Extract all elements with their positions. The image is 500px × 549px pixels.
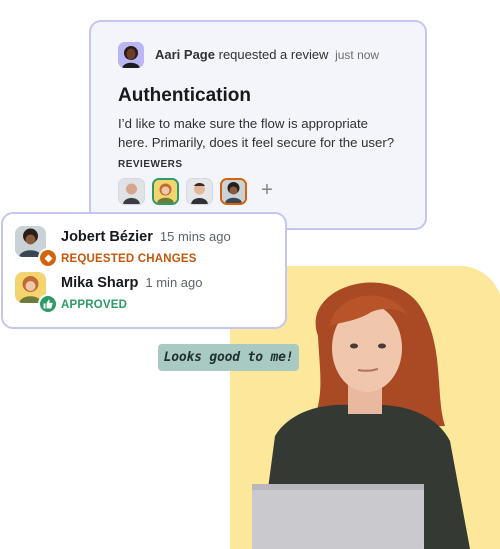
request-time: just now <box>335 48 380 62</box>
review-status-card: Jobert Bézier 15 mins ago REQUESTED CHAN… <box>1 212 287 329</box>
request-action-text: requested a review <box>218 47 329 62</box>
review-time: 15 mins ago <box>159 229 231 244</box>
reviewer-name[interactable]: Jobert Bézier <box>61 229 153 245</box>
requested-changes-status: REQUESTED CHANGES <box>61 253 197 265</box>
review-request-card: Aari Page requested a review just now Au… <box>89 20 427 230</box>
approved-status: APPROVED <box>61 299 128 311</box>
reviewer-avatars: + <box>118 176 277 206</box>
reviewer-avatar-approved[interactable] <box>152 177 179 205</box>
review-request-header: Aari Page requested a review just now <box>155 47 379 62</box>
review-description: I’d like to make sure the flow is approp… <box>118 116 395 150</box>
reviewer-avatar-changes[interactable] <box>220 177 247 205</box>
reviewer-avatar[interactable] <box>186 177 213 205</box>
reviewer-avatar[interactable] <box>118 177 145 205</box>
review-title: Authentication <box>118 85 251 106</box>
reviewer-name-line: Jobert Bézier 15 mins ago <box>61 229 231 245</box>
review-time: 1 min ago <box>145 275 203 290</box>
reviewers-label: REVIEWERS <box>118 159 183 170</box>
diamond-icon <box>38 248 58 268</box>
requester-avatar <box>118 42 144 68</box>
requester-name[interactable]: Aari Page <box>155 47 215 62</box>
speech-bubble: Looks good to me! <box>158 344 299 371</box>
thumbs-up-icon <box>38 294 58 314</box>
reviewer-name-line: Mika Sharp 1 min ago <box>61 275 202 291</box>
add-reviewer-icon[interactable]: + <box>257 180 277 201</box>
reviewer-name[interactable]: Mika Sharp <box>61 275 138 291</box>
